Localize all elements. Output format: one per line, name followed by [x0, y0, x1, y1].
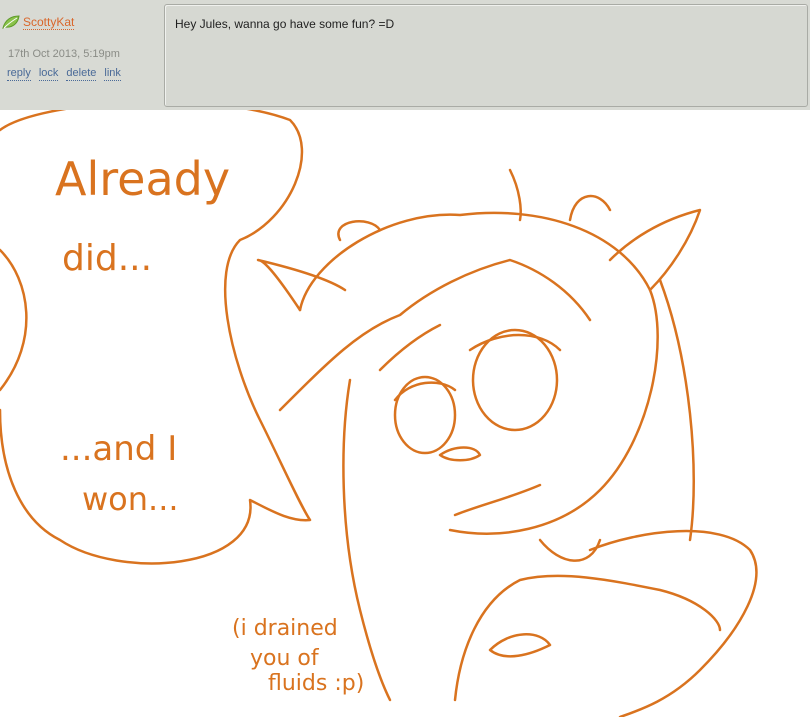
delete-link[interactable]: delete — [66, 67, 97, 81]
bangs — [278, 258, 592, 412]
nose — [438, 446, 482, 462]
permalink-link[interactable]: link — [104, 67, 121, 81]
hand — [488, 633, 552, 658]
bubble-text-line1: Already — [55, 152, 230, 206]
comment-meta: ScottyKat 17th Oct 2013, 5:19pm reply lo… — [0, 0, 160, 110]
right-eye — [471, 328, 559, 432]
speech-bubble-inner — [0, 248, 28, 392]
comment-actions: reply lock delete link — [7, 67, 121, 81]
bubble-text-line4: won... — [82, 480, 179, 518]
bubble-text-line3: ...and I — [60, 429, 177, 469]
leaf-icon — [2, 14, 20, 30]
bangs-strand — [378, 323, 442, 372]
left-eyelid — [393, 381, 457, 402]
hair-left — [342, 378, 392, 702]
left-eye — [393, 375, 457, 455]
right-arm — [588, 529, 758, 719]
username-link[interactable]: ScottyKat — [23, 15, 75, 30]
bubble-text-line2: did... — [62, 238, 152, 279]
user-row: ScottyKat — [2, 14, 75, 30]
lock-link[interactable]: lock — [38, 67, 59, 81]
reply-link[interactable]: reply — [7, 67, 31, 81]
left-arm — [453, 574, 722, 702]
head-outline — [298, 211, 659, 535]
aside-text-line2: you of — [250, 646, 320, 671]
left-ear — [337, 220, 382, 242]
artwork-svg: Already did... ...and I won... (i draine… — [0, 100, 758, 719]
artwork: Already did... ...and I won... (i draine… — [0, 100, 810, 719]
aside-text-line1: (i drained — [232, 616, 338, 641]
right-ear — [568, 194, 612, 222]
comment-bubble: Hey Jules, wanna go have some fun? =D — [164, 4, 808, 107]
right-ear-inner — [608, 208, 702, 292]
hair-right — [658, 278, 695, 542]
comment-text: Hey Jules, wanna go have some fun? =D — [175, 17, 395, 31]
aside-text-line3: fluids :p) — [268, 671, 364, 696]
comment-timestamp: 17th Oct 2013, 5:19pm — [8, 48, 120, 60]
mouth — [453, 483, 542, 517]
comment-bar: ScottyKat 17th Oct 2013, 5:19pm reply lo… — [0, 0, 810, 110]
